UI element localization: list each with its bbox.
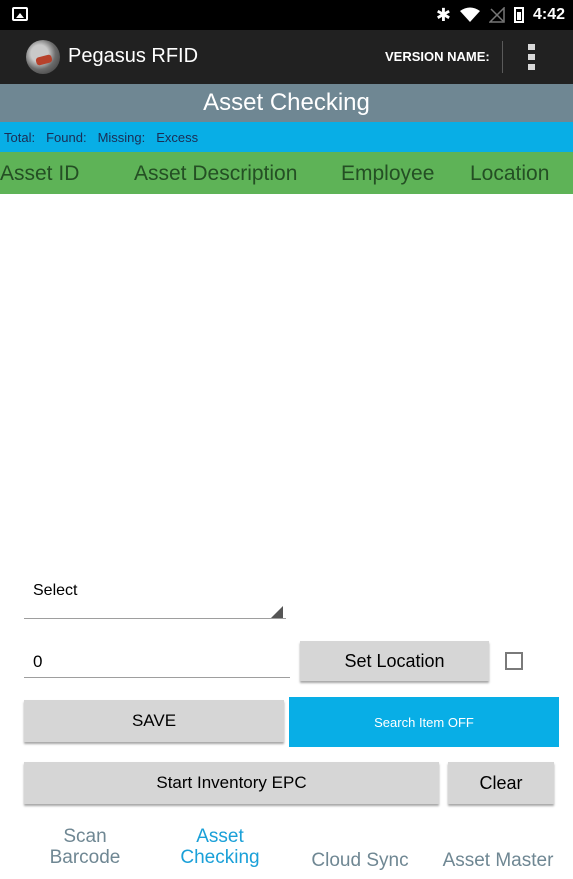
column-header-asset-id: Asset ID xyxy=(0,162,80,185)
bottom-nav: Scan Barcode Asset Checking Cloud Sync A… xyxy=(0,826,573,879)
summary-bar: Total: Found: Missing: Excess xyxy=(0,122,573,152)
column-header-location: Location xyxy=(470,162,550,185)
app-name: Pegasus RFID xyxy=(68,45,199,67)
nav-item-label: Asset xyxy=(196,826,244,847)
image-icon xyxy=(12,7,28,21)
total-label: Total: xyxy=(4,129,36,145)
status-bar: ✱ 4:42 xyxy=(0,0,573,30)
save-button[interactable]: SAVE xyxy=(24,700,284,742)
status-time: 4:42 xyxy=(532,6,565,23)
nav-item-scan-barcode[interactable]: Scan Barcode xyxy=(30,826,140,868)
search-item-toggle-button[interactable]: Search Item OFF xyxy=(289,697,559,747)
nav-item-cloud-sync[interactable]: Cloud Sync xyxy=(300,850,420,871)
excess-label: Excess xyxy=(156,129,199,145)
app-bar-divider xyxy=(502,41,503,73)
quantity-input[interactable] xyxy=(24,646,290,678)
nav-item-label: Checking xyxy=(180,847,260,868)
signal-off-icon xyxy=(488,7,505,23)
found-label: Found: xyxy=(46,129,87,145)
status-icons: ✱ 4:42 xyxy=(436,4,565,26)
start-inventory-button[interactable]: Start Inventory EPC xyxy=(24,762,439,804)
nav-item-asset-master[interactable]: Asset Master xyxy=(427,850,569,871)
column-header-asset-description: Asset Description xyxy=(134,162,298,185)
nav-item-asset-checking[interactable]: Asset Checking xyxy=(160,826,280,868)
nav-item-label: Cloud Sync xyxy=(311,850,409,871)
location-select[interactable]: Select xyxy=(33,582,77,600)
page-title: Asset Checking xyxy=(0,84,573,122)
logo-icon xyxy=(26,40,60,74)
battery-icon xyxy=(513,7,524,23)
set-location-button[interactable]: Set Location xyxy=(300,641,489,681)
select-underline xyxy=(24,618,286,619)
app-bar: Pegasus RFID VERSION NAME: xyxy=(0,30,573,84)
wifi-icon xyxy=(459,7,480,22)
version-label: VERSION NAME: xyxy=(385,49,490,64)
nav-item-label: Barcode xyxy=(49,847,121,868)
nav-item-label: Asset Master xyxy=(442,850,554,871)
table-header: Asset ID Asset Description Employee Loca… xyxy=(0,152,573,194)
missing-label: Missing: xyxy=(97,129,146,145)
location-checkbox[interactable] xyxy=(505,652,523,670)
asset-list[interactable] xyxy=(0,194,573,574)
nav-item-label: Scan xyxy=(63,826,107,847)
dropdown-arrow-icon[interactable] xyxy=(271,606,283,618)
input-underline xyxy=(24,677,290,678)
clear-button[interactable]: Clear xyxy=(448,762,554,804)
column-header-employee: Employee xyxy=(341,162,435,185)
bluetooth-icon: ✱ xyxy=(435,5,451,25)
overflow-menu-icon[interactable] xyxy=(526,44,536,70)
